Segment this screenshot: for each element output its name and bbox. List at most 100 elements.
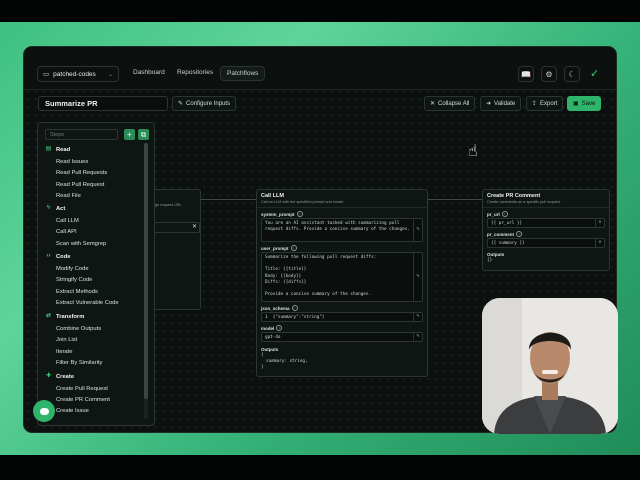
export-icon: ⇪	[532, 101, 538, 107]
pr-url-field[interactable]: {{ pr_url }} ✕	[487, 218, 605, 228]
presenter-video	[482, 298, 618, 434]
scrollbar-thumb[interactable]	[144, 143, 148, 399]
node-field[interactable]: ✕	[153, 222, 200, 233]
node-title: Create PR Comment	[487, 193, 541, 199]
step-modify-code[interactable]: Modify Code	[56, 266, 89, 272]
hand-cursor-icon: ☝	[468, 143, 478, 160]
step-call-llm[interactable]: Call LLM	[56, 218, 79, 224]
validate-button[interactable]: ➜ Validate	[480, 96, 522, 111]
pencil-icon: ✎	[178, 101, 184, 107]
save-button[interactable]: ▣ Save	[567, 96, 602, 111]
info-icon: i	[296, 211, 303, 217]
gear-icon[interactable]: ⚙	[541, 66, 557, 82]
save-icon: ▣	[573, 101, 579, 107]
export-button[interactable]: ⇪ Export	[526, 96, 564, 111]
link-icon[interactable]: ✎	[413, 219, 422, 241]
field-label-pr-comment: pr_comment i	[483, 228, 609, 238]
folder-icon: ▭	[43, 71, 50, 78]
field-label-json-schema: json_schema i	[257, 302, 427, 312]
step-read-issues[interactable]: Read Issues	[56, 159, 88, 165]
webcam-overlay	[482, 298, 618, 434]
outputs-label: Outputs	[261, 347, 279, 352]
chevron-down-icon: ⌄	[107, 71, 113, 78]
steps-search-input[interactable]: Steps	[45, 129, 118, 140]
step-read-pull-request[interactable]: Read Pull Request	[56, 182, 104, 188]
category-transform: ⇄ Transform	[45, 313, 85, 320]
configure-inputs-button[interactable]: ✎ Configure Inputs	[172, 96, 237, 111]
flow-name-input[interactable]: Summarize PR	[38, 96, 168, 111]
collapse-icon: ✕	[430, 101, 436, 107]
step-create-pr-comment[interactable]: Create PR Comment	[56, 397, 110, 403]
nav-dashboard[interactable]: Dashboard	[133, 69, 165, 76]
category-act: ϟ Act	[46, 205, 66, 212]
info-icon: i	[276, 325, 283, 331]
field-label-pr-url: pr_url i	[483, 208, 609, 218]
user-prompt-field[interactable]: Summarize the following pull request dif…	[261, 252, 423, 302]
nav-patchflows[interactable]: Patchflows	[220, 66, 266, 81]
add-step-button[interactable]: +	[124, 129, 135, 140]
edge-left-llm	[201, 199, 256, 200]
field-label-system-prompt: system_prompt i	[257, 208, 427, 218]
step-extract-methods[interactable]: Extract Methods	[56, 289, 98, 295]
top-navbar: ▭ patched-codes ⌄ Dashboard Repositories…	[24, 47, 616, 90]
project-selector[interactable]: ▭ patched-codes ⌄	[37, 66, 119, 82]
step-join-list[interactable]: Join List	[56, 337, 77, 343]
chat-widget-button[interactable]	[33, 400, 55, 422]
info-icon: i	[501, 211, 508, 217]
node-desc: Create comments on a specific pull reque…	[483, 199, 609, 208]
check-icon: ✓	[590, 68, 600, 80]
link-icon[interactable]: ✎	[413, 333, 422, 341]
step-combine-outputs[interactable]: Combine Outputs	[56, 326, 101, 332]
project-name: patched-codes	[53, 70, 96, 78]
field-label-user-prompt: user_prompt i	[257, 242, 427, 252]
chat-bubble-icon	[39, 407, 49, 415]
system-prompt-field[interactable]: You are an AI assistant tasked with summ…	[261, 218, 423, 242]
clear-icon[interactable]: ✕	[192, 223, 197, 230]
outputs-label: Outputs	[487, 252, 505, 257]
category-code: ‹› Code	[46, 253, 71, 260]
step-read-pull-requests[interactable]: Read Pull Requests	[56, 170, 107, 176]
arrow-icon: ➜	[486, 101, 492, 107]
plus-icon: ✚	[45, 373, 52, 379]
step-iterate[interactable]: Iterate	[56, 349, 72, 355]
node-create-pr-comment[interactable]: Create PR Comment Create comments on a s…	[482, 189, 610, 271]
node-desc: Call an LLM with the specified prompt an…	[257, 199, 427, 208]
clear-icon[interactable]: ✕	[595, 219, 604, 227]
node-title: Call LLM	[261, 193, 284, 199]
step-stringify-code[interactable]: Stringify Code	[56, 277, 92, 283]
outputs-value: { summary: string, }	[261, 353, 308, 371]
edge-llm-comment	[428, 199, 482, 200]
json-schema-field[interactable]: 1 {"summary":"string"} ✎	[261, 312, 423, 322]
category-read: ▤ Read	[45, 146, 71, 153]
category-create: ✚ Create	[45, 373, 75, 380]
pr-comment-field[interactable]: {{ summary }} ✕	[487, 238, 605, 248]
bolt-icon: ϟ	[46, 205, 51, 211]
transform-icon: ⇄	[45, 313, 52, 319]
link-icon[interactable]: ✎	[413, 253, 422, 301]
step-call-api[interactable]: Call API	[56, 229, 77, 235]
step-extract-vulnerable-code[interactable]: Extract Vulnerable Code	[56, 300, 119, 306]
book-icon[interactable]: 📖	[518, 66, 534, 82]
node-call-llm[interactable]: Call LLM Call an LLM with the specified …	[256, 189, 428, 377]
step-scan-semgrep[interactable]: Scan with Semgrep	[56, 241, 106, 247]
step-create-pull-request[interactable]: Create Pull Request	[56, 386, 108, 392]
model-field[interactable]: gpt-4o ✎	[261, 332, 423, 342]
step-read-file[interactable]: Read File	[56, 193, 81, 199]
step-create-issue[interactable]: Create Issue	[56, 408, 89, 414]
link-icon[interactable]: ✎	[413, 313, 422, 321]
copy-icon[interactable]: ⧉	[138, 129, 149, 140]
info-icon: i	[290, 245, 297, 251]
letterbox-top	[0, 0, 640, 22]
steps-panel: Steps + ⧉ ▤ Read Read Issues Read Pull Re…	[37, 122, 155, 426]
step-filter-similarity[interactable]: Filter By Similarity	[56, 360, 102, 366]
nav-repositories[interactable]: Repositories	[177, 69, 213, 76]
steps-scrollbar[interactable]	[144, 143, 148, 419]
outputs-value: {}	[487, 258, 493, 263]
moon-icon[interactable]: ☾	[564, 66, 580, 82]
collapse-all-button[interactable]: ✕ Collapse All	[424, 96, 476, 111]
code-icon: ‹›	[46, 253, 51, 259]
field-label-model: model i	[257, 322, 427, 332]
clear-icon[interactable]: ✕	[595, 239, 604, 247]
info-icon: i	[516, 231, 523, 237]
letterbox-bottom	[0, 455, 640, 480]
